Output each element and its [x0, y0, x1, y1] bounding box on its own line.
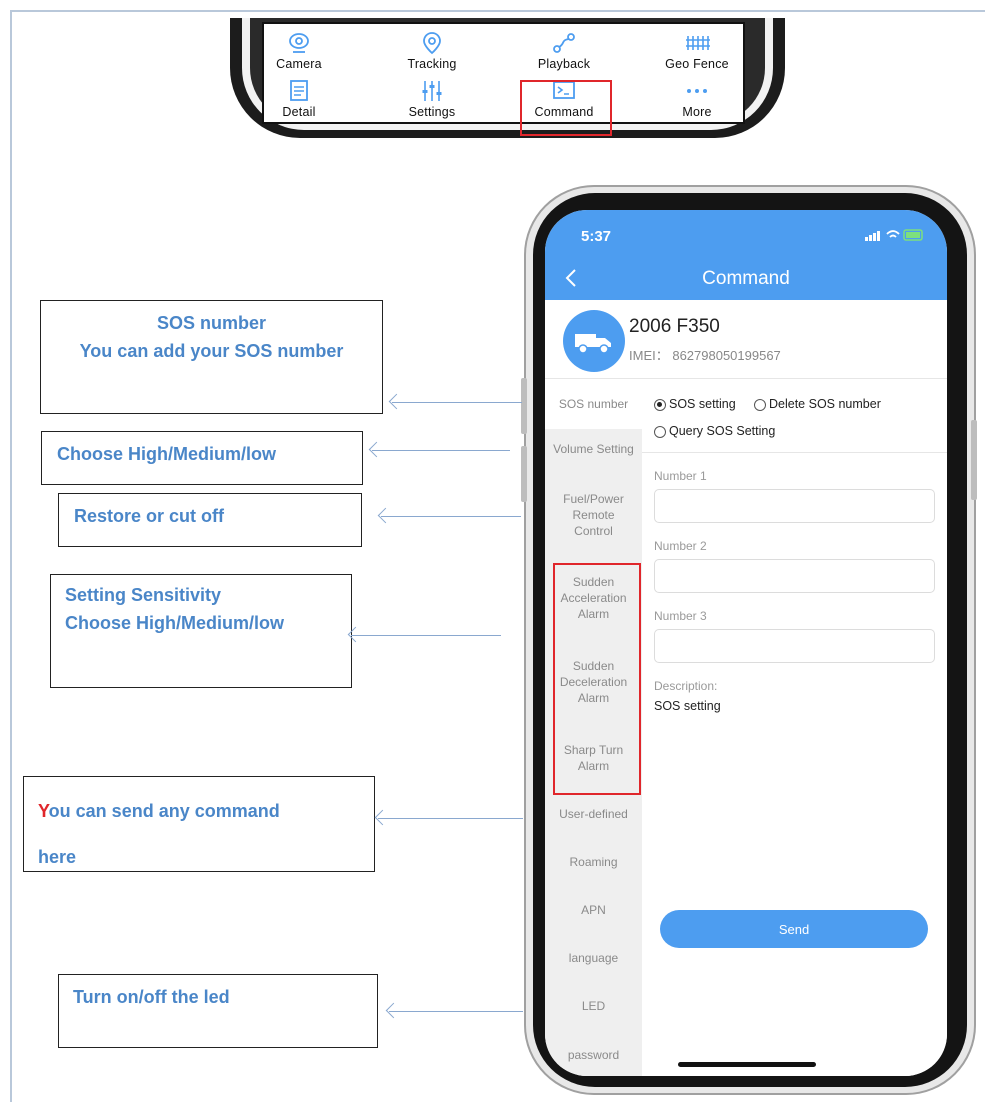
callout-fuel: Restore or cut off	[58, 493, 362, 547]
menu-label: Tracking	[407, 57, 457, 71]
description-value: SOS setting	[654, 699, 721, 713]
description-label: Description:	[654, 679, 718, 693]
callout-fuel-text: Restore or cut off	[74, 506, 225, 526]
status-icons	[865, 229, 923, 241]
callout-user-defined-line2: here	[38, 847, 77, 867]
callout-sensitivity-body: Choose High/Medium/low	[65, 613, 284, 633]
callout-sensitivity-title: Setting Sensitivity	[65, 585, 222, 605]
callout-volume-text: Choose High/Medium/low	[57, 444, 276, 464]
page-title: Command	[702, 268, 790, 289]
radio-label: SOS setting	[669, 397, 736, 411]
number3-label: Number 3	[654, 609, 707, 623]
volume-down-button	[521, 446, 527, 502]
fence-icon	[686, 36, 710, 50]
page-border	[10, 10, 12, 1102]
menu-label: More	[682, 105, 712, 119]
truck-icon	[575, 334, 611, 354]
more-dots-icon	[687, 89, 707, 93]
arrow-volume	[372, 450, 510, 451]
radio-sos-setting[interactable]: SOS setting	[654, 397, 736, 411]
callout-sos: SOS number You can add your SOS number	[40, 300, 383, 414]
menu-label: Detail	[282, 105, 316, 119]
sliders-icon	[422, 81, 442, 101]
sidebar-item-user-defined[interactable]: User-defined	[545, 806, 642, 822]
sidebar-item-roaming[interactable]: Roaming	[545, 854, 642, 870]
radio-unselected-icon	[654, 425, 666, 438]
device-imei: IMEI： 862798050199567	[629, 348, 781, 363]
device-name: 2006 F350	[629, 316, 720, 337]
arrow-led	[389, 1011, 523, 1012]
menu-item-geo-fence[interactable]: Geo Fence	[637, 26, 757, 74]
arrow-sos	[392, 402, 522, 403]
alarm-highlight-box	[553, 563, 641, 795]
radio-selected-icon	[654, 398, 666, 411]
menu-label: Camera	[276, 57, 322, 71]
number2-input[interactable]	[654, 559, 935, 593]
menu-item-camera[interactable]: Camera	[239, 26, 359, 74]
arrow-fuel	[381, 516, 521, 517]
sidebar-item-language[interactable]: language	[545, 950, 642, 966]
volume-up-button	[521, 378, 527, 434]
radio-unselected-icon	[754, 398, 766, 411]
sidebar-item-volume-setting[interactable]: Volume Setting	[545, 441, 642, 457]
callout-user-defined: You can send any command here	[23, 776, 375, 872]
callout-sensitivity: Setting Sensitivity Choose High/Medium/l…	[50, 574, 352, 688]
sidebar-item-password[interactable]: password	[545, 1047, 642, 1063]
command-highlight-box	[520, 80, 612, 136]
sidebar-item-led[interactable]: LED	[545, 998, 642, 1014]
radio-label: Query SOS Setting	[669, 424, 776, 438]
document-icon	[290, 80, 308, 101]
sidebar-item-fuel-power[interactable]: Fuel/Power Remote Control	[545, 491, 642, 539]
radio-label: Delete SOS number	[769, 397, 881, 411]
callout-user-defined-line1: You can send any command	[38, 797, 374, 825]
command-panel: SOS setting Delete SOS number Query SOS …	[642, 379, 947, 1076]
location-pin-icon	[423, 32, 441, 55]
device-info: 2006 F350 IMEI： 862798050199567	[545, 300, 947, 379]
sidebar-item-apn[interactable]: APN	[545, 902, 642, 918]
app-header: 5:37 Command	[545, 210, 947, 300]
number2-label: Number 2	[654, 539, 707, 553]
callout-sos-body: You can add your SOS number	[79, 341, 344, 361]
divider	[642, 452, 947, 453]
arrow-user-defined	[378, 818, 523, 819]
home-indicator[interactable]	[678, 1062, 816, 1067]
number1-label: Number 1	[654, 469, 707, 483]
callout-user-defined-rest: ou can send any command	[48, 801, 280, 821]
send-button[interactable]: Send	[660, 910, 928, 948]
callout-red-letter: Y	[38, 801, 49, 821]
status-time: 5:37	[581, 228, 612, 245]
radio-delete-sos[interactable]: Delete SOS number	[754, 397, 881, 411]
power-button	[971, 420, 977, 500]
menu-label: Geo Fence	[665, 57, 729, 71]
page-border	[10, 10, 985, 12]
menu-label: Playback	[537, 57, 591, 71]
menu-item-more[interactable]: More	[637, 76, 757, 124]
truck-avatar	[563, 310, 625, 372]
number1-input[interactable]	[654, 489, 935, 523]
callout-led: Turn on/off the led	[58, 974, 378, 1048]
menu-label: Settings	[408, 105, 456, 119]
camera-icon	[289, 33, 309, 53]
route-icon	[553, 33, 575, 53]
radio-query-sos[interactable]: Query SOS Setting	[654, 424, 775, 438]
arrow-sensitivity	[351, 635, 501, 636]
callout-sos-title: SOS number	[156, 313, 267, 333]
callout-volume: Choose High/Medium/low	[41, 431, 363, 485]
menu-item-detail[interactable]: Detail	[239, 76, 359, 124]
menu-item-settings[interactable]: Settings	[372, 76, 492, 124]
menu-item-tracking[interactable]: Tracking	[372, 26, 492, 74]
feature-menu: Camera Tracking Playback Geo Fence Detai…	[262, 22, 745, 124]
number3-input[interactable]	[654, 629, 935, 663]
menu-item-playback[interactable]: Playback	[504, 26, 624, 74]
sidebar-item-sos-number[interactable]: SOS number	[545, 379, 642, 429]
callout-led-text: Turn on/off the led	[73, 987, 230, 1007]
